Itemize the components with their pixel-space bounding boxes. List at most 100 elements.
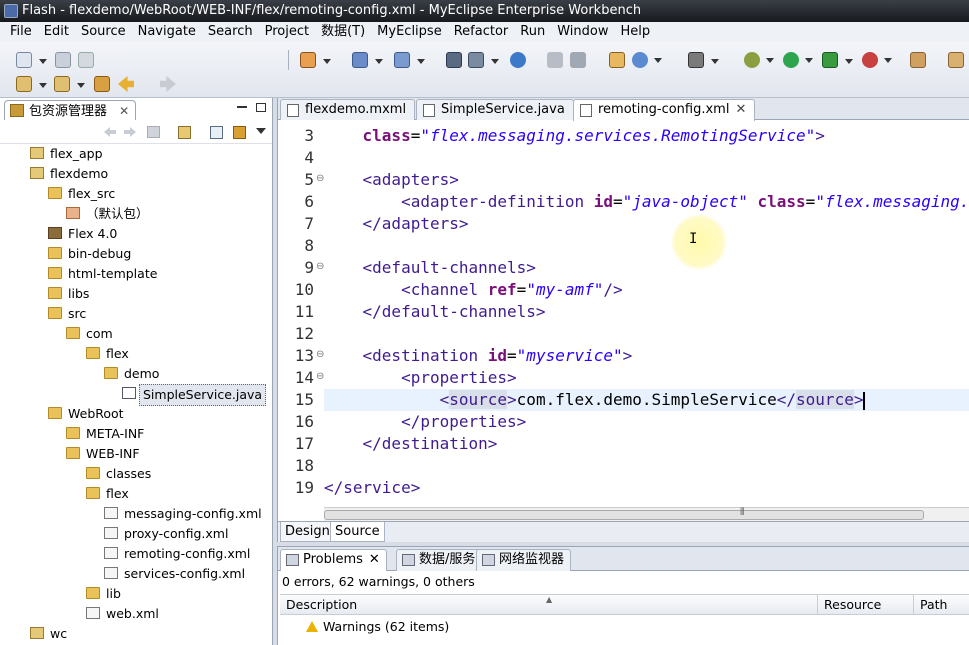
editor-tab[interactable]: flexdemo.mxml [280,99,416,120]
close-icon[interactable]: ✕ [735,102,746,117]
forward-icon[interactable] [160,76,176,92]
menu-item[interactable]: Run [514,22,551,42]
menu-item[interactable]: Refactor [448,22,515,42]
menu-item[interactable]: MyEclipse [371,22,448,42]
previous-annotation-icon[interactable] [54,76,85,92]
table-row[interactable]: Warnings (62 items) [280,616,969,638]
globe-icon[interactable] [632,52,662,68]
code-line[interactable]: <channel ref="my-amf"/> [324,279,623,301]
debug-icon[interactable] [744,52,774,68]
separator [288,50,289,70]
menu-item[interactable]: Project [259,22,315,42]
problems-view-tab[interactable]: 网络监视器 [476,549,572,571]
code-line[interactable]: </service> [324,477,420,499]
menu-item[interactable]: Window [551,22,614,42]
code-token: "flex.messaging.services.remoting.adapte… [815,192,969,211]
code-token: <adapter-definition [401,192,594,211]
code-line[interactable]: class="flex.messaging.services.RemotingS… [324,125,825,147]
code-line[interactable]: <properties> [324,367,517,389]
editor-tab[interactable]: SimpleService.java [416,99,574,120]
code-line[interactable]: </destination> [324,433,498,455]
line-number: 14 [294,368,314,387]
code-line[interactable]: </properties> [324,411,526,433]
code-line[interactable]: </default-channels> [324,301,546,323]
up-nav-icon[interactable] [147,126,160,138]
menu-item[interactable]: File [4,22,38,42]
code-token: > [815,126,825,145]
open-image-icon[interactable] [609,52,625,68]
tree-item-label: classes [106,466,152,481]
minimize-icon[interactable] [236,106,247,108]
file-icon [287,104,299,117]
tree-item-label: flexdemo [50,166,109,181]
debug-server-icon[interactable] [570,52,586,68]
close-icon[interactable]: ✕ [369,552,380,567]
xml-icon [86,607,100,619]
editor-tab[interactable]: remoting-config.xml ✕ [573,99,756,121]
menu-item[interactable]: 数据(T) [315,22,371,42]
package-explorer-tab[interactable]: 包资源管理器 ✕ [4,100,137,120]
link-editor-icon[interactable] [210,126,223,139]
code-token: > [853,390,864,409]
server-icon[interactable] [446,52,462,68]
editor-mode-tabs: Design Source [278,521,969,542]
code-text-area[interactable]: class="flex.messaging.services.RemotingS… [324,125,969,507]
editor-mode-tab[interactable]: Source [330,522,385,542]
external-tools-icon[interactable] [862,52,892,68]
column-resource[interactable]: Resource [818,595,914,615]
problems-view-tab[interactable]: 数据/服务 [396,549,483,571]
new-wizard-icon[interactable] [352,52,383,68]
tree-item-label: WebRoot [68,406,124,421]
project-icon [30,167,44,179]
code-token: = [410,126,421,145]
view-menu-icon[interactable] [233,126,246,139]
back-nav-icon[interactable] [104,127,116,137]
menu-item[interactable]: Source [75,22,132,42]
editor-area: flexdemo.mxml SimpleService.java remoting-… [277,98,969,542]
tree-item-label: messaging-config.xml [124,506,262,521]
folder-icon [86,587,100,599]
profile-icon[interactable] [822,52,853,68]
menu-item[interactable]: Search [202,22,259,42]
code-line[interactable]: <default-channels> [324,257,536,279]
camera-icon[interactable] [688,52,719,68]
title-bar: Flash - flexdemo/WebRoot/WEB-INF/flex/re… [0,0,969,22]
column-path[interactable]: Path [914,595,969,615]
web-browser-icon[interactable] [510,52,526,68]
line-number: 7 [304,214,314,233]
save-icon[interactable] [55,52,71,68]
problems-view-tab[interactable]: Problems ✕ [280,549,387,571]
menu-item[interactable]: Navigate [132,22,202,42]
close-icon[interactable]: ✕ [119,104,129,118]
horizontal-scrollbar[interactable]: ⦀ [324,507,969,521]
new-icon[interactable] [16,52,47,68]
next-annotation-icon[interactable] [16,76,47,92]
deploy-icon[interactable] [468,52,499,68]
chevron-down-icon[interactable] [256,128,266,134]
lock-icon[interactable] [547,52,563,68]
editor-mode-tab[interactable]: Design [280,522,335,542]
code-line[interactable]: </adapters> [324,213,469,235]
maximize-icon[interactable] [256,102,266,112]
pencil-icon[interactable] [948,52,964,68]
save-all-icon[interactable] [78,52,94,68]
forward-nav-icon[interactable] [124,127,136,137]
menu-item[interactable]: Help [614,22,656,42]
collapse-all-icon[interactable] [178,126,191,139]
code-line[interactable]: <adapter-definition id="java-object" cla… [324,191,969,213]
folder-icon [104,367,118,379]
last-edit-icon[interactable] [94,76,110,92]
scrollbar-thumb[interactable] [324,510,924,520]
line-number: 5 [304,170,314,189]
perspective-icon[interactable] [910,52,926,68]
run-icon[interactable] [783,52,813,68]
code-line[interactable]: <destination id="myservice"> [324,345,633,367]
open-type-icon[interactable] [394,52,425,68]
tree-item-label: demo [124,366,160,381]
new-flex-project-icon[interactable] [300,52,331,68]
back-icon[interactable] [118,76,134,92]
code-line[interactable]: <source>com.flex.demo.SimpleService</sou… [324,389,866,411]
menu-item[interactable]: Edit [38,22,75,42]
code-line[interactable]: <adapters> [324,169,459,191]
